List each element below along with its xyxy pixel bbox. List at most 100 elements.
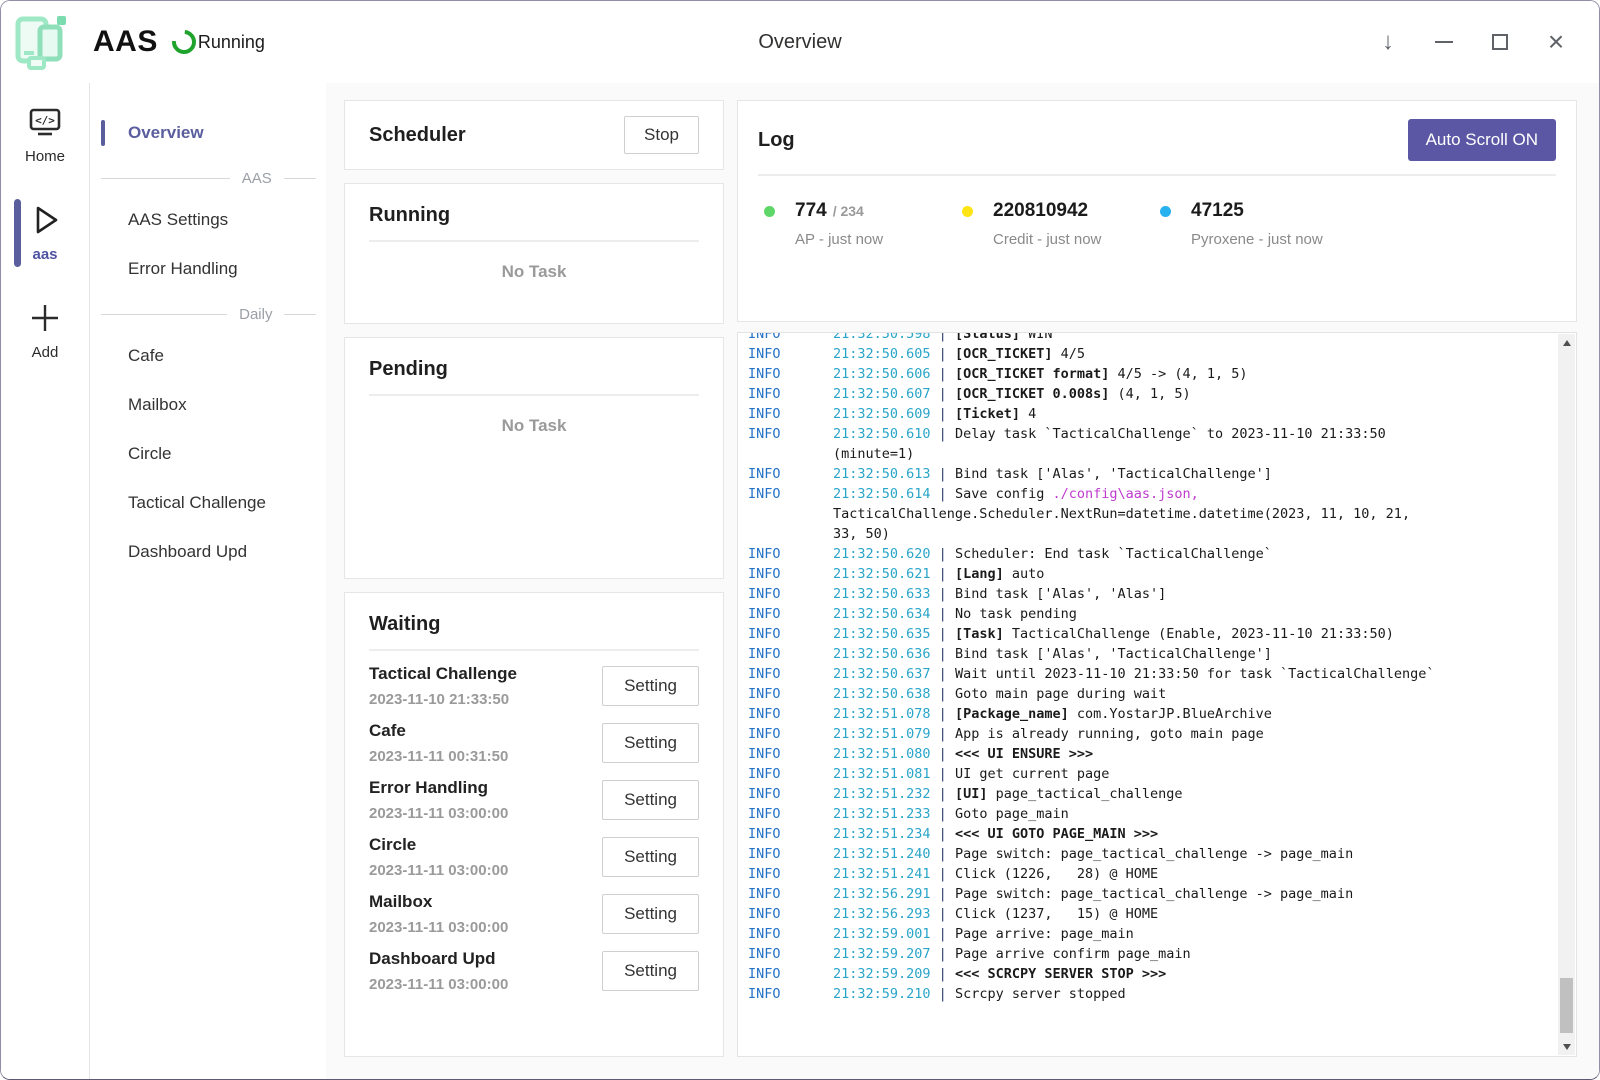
task-info: Error Handling2023-11-11 03:00:00 xyxy=(369,778,508,822)
log-time: 21:32:51.240 xyxy=(833,846,931,862)
log-level: INFO xyxy=(748,924,833,944)
task-info: Cafe2023-11-11 00:31:50 xyxy=(369,721,508,765)
setting-button[interactable]: Setting xyxy=(602,894,699,934)
stop-button[interactable]: Stop xyxy=(624,116,699,154)
log-line: INFO21:32:51.232 | [UI] page_tactical_ch… xyxy=(748,784,1530,804)
log-line: INFO21:32:50.609 | [Ticket] 4 xyxy=(748,404,1530,424)
setting-button[interactable]: Setting xyxy=(602,951,699,991)
log-pipe: | xyxy=(931,486,955,502)
log-level: INFO xyxy=(748,544,833,564)
log-pipe: | xyxy=(931,406,955,422)
minimize-button[interactable] xyxy=(1423,21,1465,63)
log-time: 21:32:51.081 xyxy=(833,766,931,782)
log-time: 21:32:50.613 xyxy=(833,466,931,482)
rail-item-aas[interactable]: aas xyxy=(1,197,89,269)
minimize-icon xyxy=(1435,41,1453,43)
log-level: INFO xyxy=(748,864,833,884)
log-pipe: | xyxy=(931,826,955,842)
log-scrollbar[interactable] xyxy=(1558,334,1575,1055)
log-line: INFO21:32:50.635 | [Task] TacticalChalle… xyxy=(748,624,1530,644)
rail-item-label: Add xyxy=(32,344,59,361)
sidebar-item-mailbox[interactable]: Mailbox xyxy=(90,385,326,425)
window-controls: ↓ × xyxy=(1367,21,1599,63)
log-message: Page arrive: page_main xyxy=(955,926,1134,942)
log-time: 21:32:50.598 xyxy=(833,332,931,342)
running-spinner-icon xyxy=(167,25,201,59)
log-line: INFO21:32:51.078 | [Package_name] com.Yo… xyxy=(748,704,1530,724)
log-time: 21:32:50.620 xyxy=(833,546,931,562)
sidebar-item-aas-settings[interactable]: AAS Settings xyxy=(90,200,326,240)
log-level: INFO xyxy=(748,384,833,404)
log-level: INFO xyxy=(748,984,833,1004)
scroll-up-button[interactable] xyxy=(1558,334,1575,351)
log-message: Page switch: page_tactical_challenge -> … xyxy=(955,846,1353,862)
stat-top: 47125 xyxy=(1160,200,1358,222)
log-message: UI get current page xyxy=(955,766,1109,782)
sidebar-item-overview[interactable]: Overview xyxy=(90,113,326,153)
log-line: INFO21:32:50.621 | [Lang] auto xyxy=(748,564,1530,584)
sidebar-item-error-handling[interactable]: Error Handling xyxy=(90,249,326,289)
log-level: INFO xyxy=(748,824,833,844)
auto-scroll-button[interactable]: Auto Scroll ON xyxy=(1408,119,1556,161)
log-pipe: | xyxy=(931,906,955,922)
log-pipe: | xyxy=(931,706,955,722)
log-message: Bind task ['Alas', 'TacticalChallenge'] xyxy=(955,466,1272,482)
setting-button[interactable]: Setting xyxy=(602,780,699,820)
scroll-down-button[interactable] xyxy=(1558,1038,1575,1055)
log-pipe: | xyxy=(931,366,955,382)
rail-item-add[interactable]: Add xyxy=(1,295,89,367)
log-message: (4, 1, 5) xyxy=(1109,386,1190,402)
log-line: INFO21:32:50.614 | Save config ./config\… xyxy=(748,484,1530,544)
log-pipe: | xyxy=(931,786,955,802)
log-message: Goto main page during wait xyxy=(955,686,1166,702)
log-pipe: | xyxy=(931,766,955,782)
setting-button[interactable]: Setting xyxy=(602,666,699,706)
setting-button[interactable]: Setting xyxy=(602,837,699,877)
log-pipe: | xyxy=(931,346,955,362)
log-message: <<< SCRCPY SERVER STOP >>> xyxy=(955,966,1166,982)
hide-window-button[interactable]: ↓ xyxy=(1367,21,1409,63)
log-message: ./config\aas.json, xyxy=(1052,486,1198,502)
log-pipe: | xyxy=(931,926,955,942)
log-message: Bind task ['Alas', 'Alas'] xyxy=(955,586,1166,602)
scheduler-card: Scheduler Stop xyxy=(344,100,724,170)
log-time: 21:32:50.607 xyxy=(833,386,931,402)
log-message: com.YostarJP.BlueArchive xyxy=(1069,706,1272,722)
log-message: page_tactical_challenge xyxy=(987,786,1182,802)
log-pipe: | xyxy=(931,686,955,702)
log-time: 21:32:51.233 xyxy=(833,806,931,822)
log-pipe: | xyxy=(931,586,955,602)
stat-value: 220810942 xyxy=(993,200,1088,222)
log-time: 21:32:59.207 xyxy=(833,946,931,962)
log-message: [Package_name] xyxy=(955,706,1069,722)
running-card: Running No Task xyxy=(344,183,724,324)
log-time: 21:32:50.610 xyxy=(833,426,931,442)
waiting-title: Waiting xyxy=(369,613,699,636)
log-pipe: | xyxy=(931,866,955,882)
log-pipe: | xyxy=(931,466,955,482)
log-message: TacticalChallenge (Enable, 2023-11-10 21… xyxy=(1004,626,1394,642)
rail-item-home[interactable]: </>Home xyxy=(1,101,89,171)
sidebar-item-circle[interactable]: Circle xyxy=(90,434,326,474)
log-line: INFO21:32:56.291 | Page switch: page_tac… xyxy=(748,884,1530,904)
log-message: Page arrive confirm page_main xyxy=(955,946,1191,962)
log-time: 21:32:59.001 xyxy=(833,926,931,942)
log-message: [UI] xyxy=(955,786,988,802)
log-line: INFO21:32:50.634 | No task pending xyxy=(748,604,1530,624)
triangle-down-icon xyxy=(1563,1044,1571,1050)
log-message: Bind task ['Alas', 'TacticalChallenge'] xyxy=(955,646,1272,662)
scroll-thumb[interactable] xyxy=(1560,978,1573,1033)
sidebar-item-cafe[interactable]: Cafe xyxy=(90,336,326,376)
log-time: 21:32:50.636 xyxy=(833,646,931,662)
stat-value: 47125 xyxy=(1191,200,1244,222)
close-button[interactable]: × xyxy=(1535,21,1577,63)
log-line: INFO21:32:50.598 | [Status] WIN xyxy=(748,332,1530,344)
log-level: INFO xyxy=(748,724,833,744)
log-pipe: | xyxy=(931,726,955,742)
stat-dot-icon xyxy=(1160,206,1171,217)
task-name: Error Handling xyxy=(369,778,508,798)
sidebar-item-tactical-challenge[interactable]: Tactical Challenge xyxy=(90,483,326,523)
maximize-button[interactable] xyxy=(1479,21,1521,63)
sidebar-item-dashboard-upd[interactable]: Dashboard Upd xyxy=(90,532,326,572)
setting-button[interactable]: Setting xyxy=(602,723,699,763)
